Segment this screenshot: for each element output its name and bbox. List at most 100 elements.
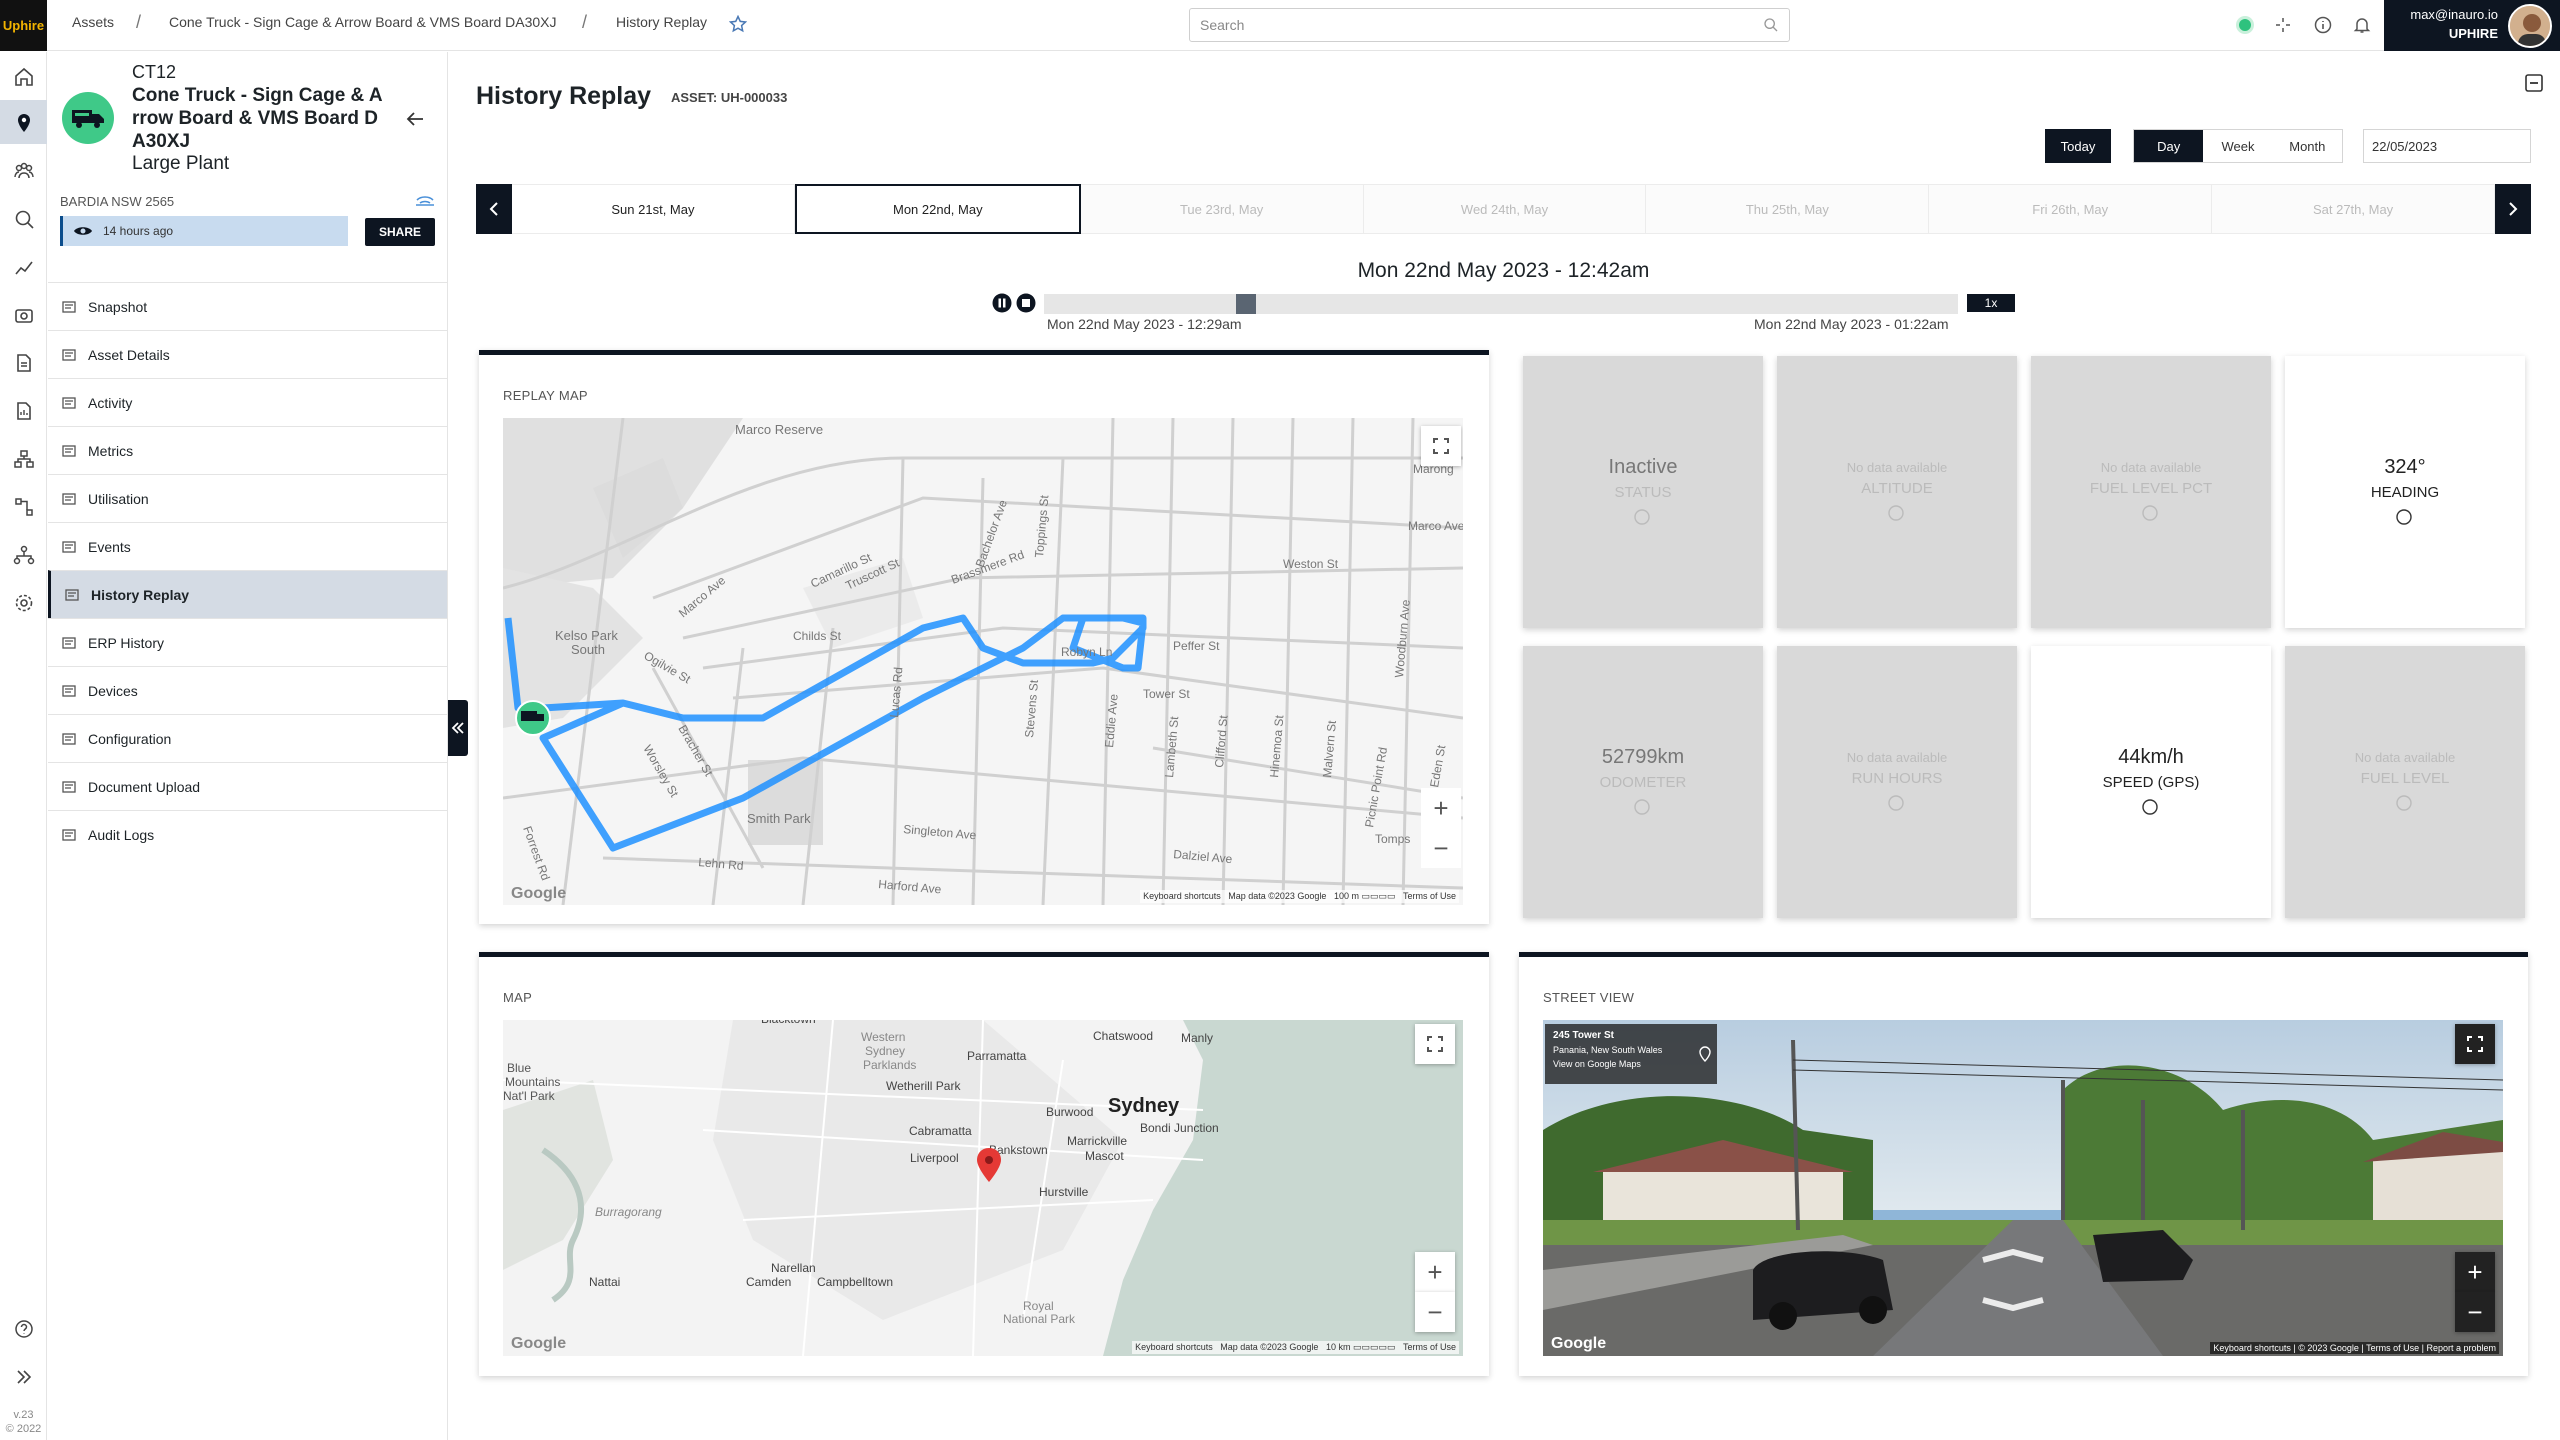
day-cells: Sun 21st, May Mon 22nd, May Tue 23rd, May W… (512, 184, 2496, 234)
user-menu[interactable]: max@inauro.io UPHIRE (2384, 0, 2560, 51)
terms-link[interactable]: Terms of Use (1403, 891, 1456, 901)
svg-text:South: South (571, 642, 605, 657)
nav-item-metrics[interactable]: Metrics (48, 426, 447, 474)
overview-map[interactable]: Blacktown Western Sydney Parklands Chats… (503, 1020, 1463, 1356)
asset-avatar (62, 92, 114, 144)
breadcrumb-asset[interactable]: Cone Truck - Sign Cage & Arrow Board & V… (169, 14, 557, 30)
stat-tile-fuel-level-pct: No data available FUEL LEVEL PCT (2031, 356, 2271, 628)
info-icon[interactable] (2313, 15, 2333, 35)
terms-link[interactable]: Terms of Use (1403, 1342, 1456, 1352)
terms-link[interactable]: Terms of Use (2366, 1343, 2419, 1353)
day-tab[interactable]: Wed 24th, May (1363, 184, 1647, 234)
range-day-button[interactable]: Day (2134, 130, 2204, 162)
day-tab[interactable]: Sun 21st, May (512, 184, 795, 234)
svg-text:Kelso Park: Kelso Park (555, 628, 618, 643)
playback-speed-button[interactable]: 1x (1967, 294, 2015, 312)
report-icon[interactable] (13, 400, 35, 422)
next-day-button[interactable] (2495, 184, 2531, 234)
keyboard-shortcuts-link[interactable]: Keyboard shortcuts (1135, 1342, 1213, 1352)
location-pin-icon[interactable] (13, 112, 35, 134)
nav-item-utilisation[interactable]: Utilisation (48, 474, 447, 522)
copyright-text: © 2023 Google (2298, 1343, 2359, 1353)
chevron-right-icon (2509, 202, 2518, 216)
nav-item-events[interactable]: Events (48, 522, 447, 570)
copyright: © 2022 (5, 1423, 42, 1435)
day-tab[interactable]: Tue 23rd, May (1080, 184, 1364, 234)
nav-item-asset-details[interactable]: Asset Details (48, 330, 447, 378)
help-icon[interactable] (13, 1318, 35, 1340)
street-view-panorama[interactable]: Google 245 Tower St Panania, New South W… (1543, 1020, 2503, 1356)
notifications-bell-icon[interactable] (2352, 15, 2372, 35)
day-tab[interactable]: Thu 25th, May (1646, 184, 1930, 234)
settings-gear-icon[interactable] (13, 592, 35, 614)
favorite-star-icon[interactable] (729, 15, 747, 33)
today-button[interactable]: Today (2045, 129, 2111, 163)
nav-item-erp-history[interactable]: ERP History (48, 618, 447, 666)
previous-day-button[interactable] (476, 184, 512, 234)
search-input[interactable]: Search (1189, 8, 1790, 42)
day-strip: Sun 21st, May Mon 22nd, May Tue 23rd, May W… (476, 184, 2531, 234)
zoom-in-button[interactable]: + (1421, 788, 1461, 828)
home-icon[interactable] (13, 66, 35, 88)
top-bar: Uphire Assets / Cone Truck - Sign Cage &… (0, 0, 2560, 51)
stop-button-icon[interactable] (1016, 293, 1036, 313)
nav-item-activity[interactable]: Activity (48, 378, 447, 426)
nav-item-configuration[interactable]: Configuration (48, 714, 447, 762)
chart-icon (62, 493, 76, 505)
network-icon[interactable] (13, 544, 35, 566)
app-logo[interactable]: Uphire (0, 0, 47, 51)
nav-item-audit-logs[interactable]: Audit Logs (48, 810, 447, 858)
camera-icon[interactable] (13, 304, 35, 326)
trend-chart-icon[interactable] (13, 256, 35, 278)
hierarchy-icon[interactable] (13, 448, 35, 470)
keyboard-shortcuts-link[interactable]: Keyboard shortcuts (1143, 891, 1221, 901)
chevron-left-icon (489, 202, 498, 216)
user-avatar[interactable] (2508, 4, 2552, 48)
map-attribution: Keyboard shortcuts Map data ©2023 Google… (1132, 1341, 1459, 1354)
zoom-out-button[interactable]: − (1415, 1292, 1455, 1332)
last-seen-indicator: 14 hours ago (60, 216, 348, 246)
svg-text:Wetherill Park: Wetherill Park (886, 1079, 961, 1093)
nav-item-history-replay[interactable]: History Replay (48, 570, 447, 618)
document-icon[interactable] (13, 352, 35, 374)
back-arrow-icon[interactable] (404, 108, 426, 130)
breadcrumb-assets[interactable]: Assets (72, 14, 114, 30)
view-on-google-maps-link[interactable]: View on Google Maps (1553, 1059, 1709, 1069)
scrubber-handle[interactable] (1236, 294, 1256, 314)
nav-item-snapshot[interactable]: Snapshot (48, 282, 447, 330)
people-icon[interactable] (13, 160, 35, 182)
fullscreen-button[interactable] (2455, 1024, 2495, 1064)
search-map-icon[interactable] (13, 208, 35, 230)
expand-chevrons-icon[interactable] (13, 1366, 35, 1388)
day-tab[interactable]: Fri 26th, May (1929, 184, 2213, 234)
range-month-button[interactable]: Month (2273, 130, 2342, 162)
workflow-icon[interactable] (13, 496, 35, 518)
day-tab[interactable]: Sat 27th, May (2212, 184, 2496, 234)
zoom-in-button[interactable]: + (1415, 1252, 1455, 1292)
minimize-icon[interactable] (2524, 73, 2544, 93)
date-picker-input[interactable]: 22/05/2023 (2363, 129, 2531, 163)
share-button[interactable]: SHARE (365, 218, 435, 246)
keyboard-shortcuts-link[interactable]: Keyboard shortcuts (2213, 1343, 2291, 1353)
zoom-in-button[interactable]: + (2455, 1252, 2495, 1292)
nav-item-devices[interactable]: Devices (48, 666, 447, 714)
day-tab[interactable]: Mon 22nd, May (794, 184, 1081, 234)
range-week-button[interactable]: Week (2203, 130, 2272, 162)
svg-text:Childs St: Childs St (793, 629, 842, 643)
fullscreen-button[interactable] (1415, 1024, 1455, 1064)
grid-apps-icon[interactable] (2273, 15, 2293, 35)
fullscreen-button[interactable] (1421, 426, 1461, 466)
replay-map[interactable]: Marco Reserve Kelso Park South Smith Par… (503, 418, 1463, 905)
collapse-panel-button[interactable] (448, 700, 468, 756)
report-problem-link[interactable]: Report a problem (2426, 1343, 2496, 1353)
zoom-out-button[interactable]: − (2455, 1292, 2495, 1332)
pause-button-icon[interactable] (992, 293, 1012, 313)
map-pin-icon[interactable] (1699, 1046, 1711, 1062)
breadcrumb-current: History Replay (616, 14, 708, 30)
nav-item-document-upload[interactable]: Document Upload (48, 762, 447, 810)
address-info-box: 245 Tower St Panania, New South Wales Vi… (1545, 1024, 1717, 1084)
svg-text:Liverpool: Liverpool (910, 1151, 959, 1165)
zoom-out-button[interactable]: − (1421, 828, 1461, 868)
replay-scrubber[interactable] (1044, 294, 1958, 314)
asset-type: Large Plant (132, 153, 230, 174)
